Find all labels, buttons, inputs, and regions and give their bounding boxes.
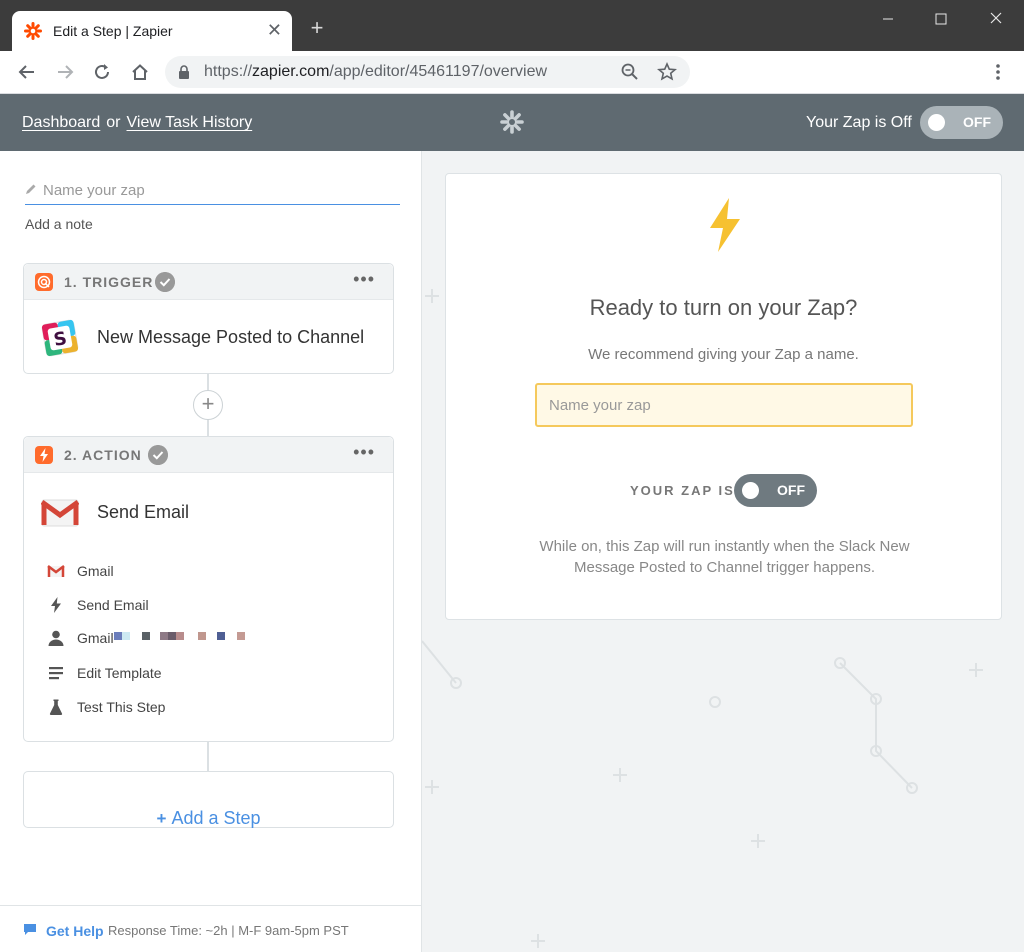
ready-panel: Ready to turn on your Zap? We recommend … (445, 173, 1002, 620)
url-text: https://zapier.com/app/editor/45461197/o… (204, 63, 548, 80)
insert-step-button[interactable]: + (193, 390, 223, 420)
window-close-icon[interactable] (984, 8, 1008, 30)
zapier-logo-icon[interactable] (500, 110, 524, 134)
trigger-menu-icon[interactable]: ••• (353, 269, 375, 290)
trigger-title: New Message Posted to Channel (97, 327, 365, 347)
response-time-text: Response Time: ~2h | M-F 9am-5pm PST (108, 923, 349, 938)
header-links: Dashboard or View Task History (22, 114, 252, 132)
check-icon (148, 445, 168, 465)
slack-icon: S (41, 319, 79, 357)
ready-zap-toggle[interactable]: OFF (734, 474, 817, 507)
chat-icon (24, 924, 36, 935)
trigger-step-card[interactable]: 1. TRIGGER ••• S New Message Posted to C… (23, 263, 394, 374)
ready-zap-name-input[interactable] (537, 385, 911, 425)
ready-heading: Ready to turn on your Zap? (589, 295, 858, 320)
toggle-knob (928, 114, 945, 131)
action-step-header: 2. ACTION ••• (24, 437, 393, 473)
back-arrow-icon[interactable] (16, 61, 38, 83)
action-item-label: Send Email (77, 597, 149, 613)
new-tab-button[interactable]: + (306, 17, 328, 39)
list-icon (49, 667, 63, 680)
forward-arrow-icon[interactable] (54, 61, 76, 83)
flask-icon (49, 699, 63, 715)
toggle-label: OFF (963, 114, 991, 130)
action-menu-icon[interactable]: ••• (353, 442, 375, 463)
minimize-icon[interactable] (876, 8, 900, 30)
gmail-icon (41, 499, 79, 527)
browser-titlebar: Edit a Step | Zapier ✕ + (0, 0, 1024, 51)
app-header: Dashboard or View Task History Your Zap is… (0, 94, 1024, 151)
bookmark-star-icon[interactable] (657, 62, 677, 82)
zap-description: While on, this Zap will run instantly wh… (539, 538, 910, 576)
zap-name-box (535, 383, 913, 427)
zoom-icon[interactable] (620, 62, 640, 82)
add-step-label: + Add a Step (156, 808, 261, 828)
action-step-icon (35, 446, 53, 464)
step-connector (207, 742, 209, 771)
tab-title: Edit a Step | Zapier (53, 23, 173, 39)
browser-toolbar: https://zapier.com/app/editor/45461197/o… (0, 51, 1024, 94)
help-bar: Get Help Response Time: ~2h | M-F 9am-5p… (0, 905, 421, 952)
gmail-icon (47, 565, 65, 577)
bolt-icon (51, 597, 61, 613)
task-history-link[interactable]: View Task History (127, 114, 253, 131)
tab-close-icon[interactable]: ✕ (267, 20, 282, 40)
trigger-step-header: 1. TRIGGER ••• (24, 264, 393, 300)
get-help-link[interactable]: Get Help (46, 923, 104, 939)
address-bar[interactable]: https://zapier.com/app/editor/45461197/o… (165, 56, 690, 88)
action-item-label: Edit Template (77, 665, 162, 681)
zap-status-text: Your Zap is Off (806, 114, 912, 131)
home-icon[interactable] (129, 61, 151, 83)
your-zap-is-label: YOUR ZAP IS (630, 483, 735, 498)
zap-toggle[interactable]: OFF (920, 106, 1003, 139)
redacted-account-icon (114, 632, 245, 640)
trigger-step-icon (35, 273, 53, 291)
zap-name-input[interactable] (43, 179, 393, 201)
recommend-text: We recommend giving your Zap a name. (588, 346, 859, 363)
action-step-label: 2. ACTION (64, 447, 142, 463)
editor-canvas: Ready to turn on your Zap? We recommend … (422, 151, 1024, 952)
browser-menu-icon[interactable] (987, 61, 1009, 83)
dashboard-link[interactable]: Dashboard (22, 114, 100, 131)
action-item-label: Test This Step (77, 699, 166, 715)
toggle-knob (742, 482, 759, 499)
action-item-label: Gmail (77, 630, 114, 646)
zapier-favicon-icon (24, 22, 42, 40)
lightning-bolt-icon (710, 198, 740, 252)
action-title: Send Email (97, 502, 190, 522)
reload-icon[interactable] (91, 61, 113, 83)
add-step-button[interactable]: + Add a Step (23, 771, 394, 828)
zap-name-field (25, 178, 400, 205)
toggle-label: OFF (777, 482, 805, 498)
action-step-card[interactable]: 2. ACTION ••• Send Email Gmail Send Emai… (23, 436, 394, 742)
pencil-icon (26, 184, 36, 194)
add-note-link[interactable]: Add a note (25, 216, 93, 232)
check-icon (155, 272, 175, 292)
user-icon (48, 630, 64, 646)
editor-sidebar: Add a note 1. TRIGGER ••• S New M (0, 151, 422, 952)
or-text: or (106, 114, 121, 131)
maximize-icon[interactable] (929, 8, 953, 30)
browser-tab[interactable]: Edit a Step | Zapier ✕ (12, 11, 292, 51)
action-item-label: Gmail (77, 563, 114, 579)
lock-icon (179, 65, 189, 79)
trigger-step-label: 1. TRIGGER (64, 274, 154, 290)
